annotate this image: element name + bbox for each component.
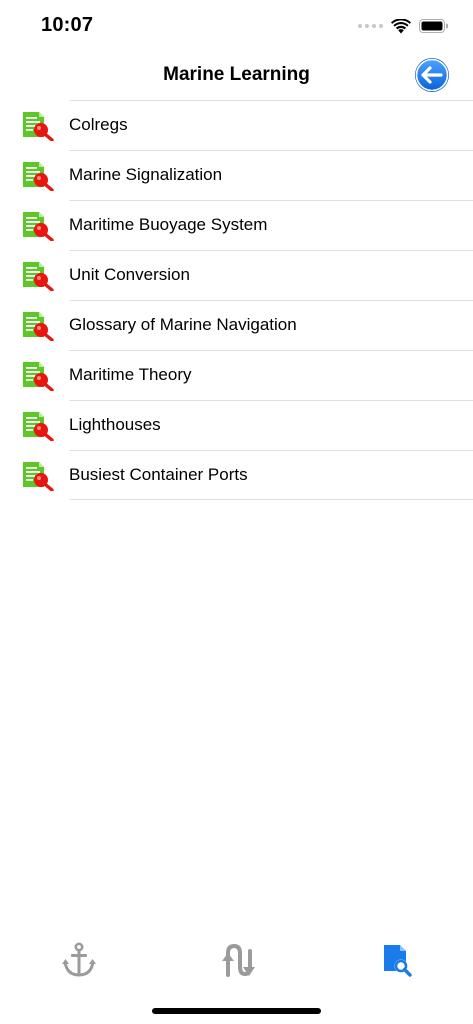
status-indicators [358,17,449,35]
list-item-busiest-container-ports[interactable]: Busiest Container Ports [0,450,473,500]
list-item-marine-signalization[interactable]: Marine Signalization [0,150,473,200]
list-item-label: Colregs [69,115,128,134]
list-item-label: Maritime Buoyage System [69,215,268,234]
back-button[interactable] [414,57,450,93]
tab-route[interactable] [213,936,261,984]
tab-learning[interactable] [371,936,419,984]
status-time: 10:07 [41,14,94,36]
document-search-icon [22,411,54,442]
list-item-glossary-of-marine-navigation[interactable]: Glossary of Marine Navigation [0,300,473,350]
list-item-label: Unit Conversion [69,265,190,284]
list-item-label: Busiest Container Ports [69,465,248,484]
back-arrow-circle-icon [415,58,449,92]
home-indicator [152,1008,321,1014]
list-item-label: Lighthouses [69,415,161,434]
list-item-unit-conversion[interactable]: Unit Conversion [0,250,473,300]
page-title: Marine Learning [163,64,310,85]
route-arrows-icon [222,943,255,977]
list-item-maritime-theory[interactable]: Maritime Theory [0,350,473,400]
wifi-icon [391,18,411,33]
list-item-colregs[interactable]: Colregs [0,100,473,150]
list-item-lighthouses[interactable]: Lighthouses [0,400,473,450]
document-search-icon [22,111,54,142]
status-bar: 10:07 [0,0,473,52]
list-item-label: Maritime Theory [69,365,192,384]
list-item-label: Glossary of Marine Navigation [69,315,297,334]
document-search-icon [22,461,54,492]
battery-icon [419,19,448,33]
document-search-icon [22,211,54,242]
list-item-label: Marine Signalization [69,165,223,184]
document-search-icon [22,361,54,392]
document-search-icon [22,161,54,192]
tab-bar [0,930,473,990]
list-item-maritime-buoyage-system[interactable]: Maritime Buoyage System [0,200,473,250]
cellular-signal-icon [358,24,383,28]
document-search-icon [22,261,54,292]
menu-list: Colregs Marine Signalization Maritime Bu… [0,100,473,500]
anchor-icon [62,942,96,977]
navigation-bar: Marine Learning [0,52,473,100]
document-search-icon [22,311,54,342]
tab-anchor[interactable] [55,936,103,984]
document-search-icon [384,945,412,977]
